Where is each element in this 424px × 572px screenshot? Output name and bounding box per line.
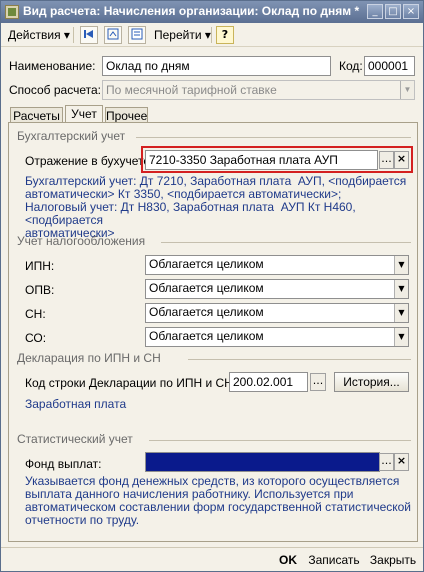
sn-select[interactable]: Облагается целиком ▼ <box>145 303 409 323</box>
toolbar: Действия ▾ Перейти ▾ ? <box>1 23 423 47</box>
reflection-field[interactable]: 7210-3350 Заработная плата АУП <box>145 150 378 170</box>
declaration-select-button[interactable]: ... <box>310 373 326 391</box>
so-select[interactable]: Облагается целиком ▼ <box>145 327 409 347</box>
declaration-link[interactable]: Заработная плата <box>25 398 126 411</box>
chevron-down-icon: ▼ <box>400 81 414 99</box>
ipn-value: Облагается целиком <box>149 257 264 271</box>
app-icon <box>5 5 19 19</box>
section-divider <box>188 359 411 360</box>
reflection-select-button[interactable]: ... <box>379 151 394 169</box>
ipn-select[interactable]: Облагается целиком ▼ <box>145 255 409 275</box>
method-label: Способ расчета: <box>9 83 101 97</box>
method-select: По месячной тарифной ставке ▼ <box>102 80 415 100</box>
actions-menu-button[interactable]: Действия ▾ <box>4 25 74 45</box>
go-back-icon[interactable] <box>80 26 98 44</box>
ok-button[interactable]: OK <box>273 551 303 569</box>
reflection-clear-button[interactable]: × <box>394 151 409 169</box>
close-button[interactable]: Закрыть <box>367 551 419 569</box>
so-value: Облагается целиком <box>149 329 264 343</box>
footer-bar: OK Записать Закрыть <box>1 547 423 571</box>
fund-clear-button[interactable]: × <box>394 453 409 471</box>
declaration-code-label: Код строки Декларации по ИПН и СН: <box>25 376 237 390</box>
so-label: СО: <box>25 331 47 345</box>
save-button[interactable]: Записать <box>307 551 361 569</box>
code-label: Код: <box>339 59 363 73</box>
sn-label: СН: <box>25 307 46 321</box>
window-title: Вид расчета: Начисления организации: Окл… <box>23 4 360 18</box>
fund-hint: Указывается фонд денежных средств, из ко… <box>25 474 412 527</box>
opv-select[interactable]: Облагается целиком ▼ <box>145 279 409 299</box>
close-window-button[interactable]: × <box>403 4 419 19</box>
chevron-down-icon[interactable]: ▼ <box>394 328 408 346</box>
name-field[interactable]: Оклад по дням <box>102 56 331 76</box>
minimize-button[interactable]: _ <box>367 4 383 19</box>
help-icon[interactable]: ? <box>216 26 234 44</box>
declaration-code-field[interactable]: 200.02.001 <box>229 372 308 392</box>
ipn-label: ИПН: <box>25 259 55 273</box>
section-divider <box>149 440 411 441</box>
fund-field[interactable] <box>145 452 380 472</box>
reflection-label: Отражение в бухучете: <box>25 154 154 168</box>
opv-value: Облагается целиком <box>149 281 264 295</box>
section-divider <box>136 137 411 138</box>
sn-value: Облагается целиком <box>149 305 264 319</box>
section-divider <box>161 242 411 243</box>
taxation-section-title: Учет налогообложения <box>17 234 146 248</box>
chevron-down-icon[interactable]: ▼ <box>394 280 408 298</box>
toolbar-separator <box>73 27 74 43</box>
accounting-details: Бухгалтерский учет: Дт 7210, Заработная … <box>25 174 407 240</box>
chevron-down-icon[interactable]: ▼ <box>394 304 408 322</box>
method-value: По месячной тарифной ставке <box>106 83 277 97</box>
fund-label: Фонд выплат: <box>25 457 102 471</box>
title-bar: Вид расчета: Начисления организации: Окл… <box>1 1 423 23</box>
code-field[interactable]: 000001 <box>364 56 415 76</box>
history-button[interactable]: История... <box>334 372 409 392</box>
goto-menu-button[interactable]: Перейти ▾ <box>150 25 215 45</box>
statistics-section-title: Статистический учет <box>17 432 133 446</box>
opv-label: ОПВ: <box>25 283 55 297</box>
declaration-section-title: Декларация по ИПН и СН <box>17 351 161 365</box>
structure-icon[interactable] <box>104 26 122 44</box>
fund-select-button[interactable]: ... <box>379 453 394 471</box>
chevron-down-icon[interactable]: ▼ <box>394 256 408 274</box>
accounting-section-title: Бухгалтерский учет <box>17 129 126 143</box>
list-icon[interactable] <box>128 26 146 44</box>
dialog-window: Вид расчета: Начисления организации: Окл… <box>0 0 424 572</box>
maximize-button[interactable]: □ <box>385 4 401 19</box>
name-label: Наименование: <box>9 59 96 73</box>
toolbar-separator <box>211 27 212 43</box>
